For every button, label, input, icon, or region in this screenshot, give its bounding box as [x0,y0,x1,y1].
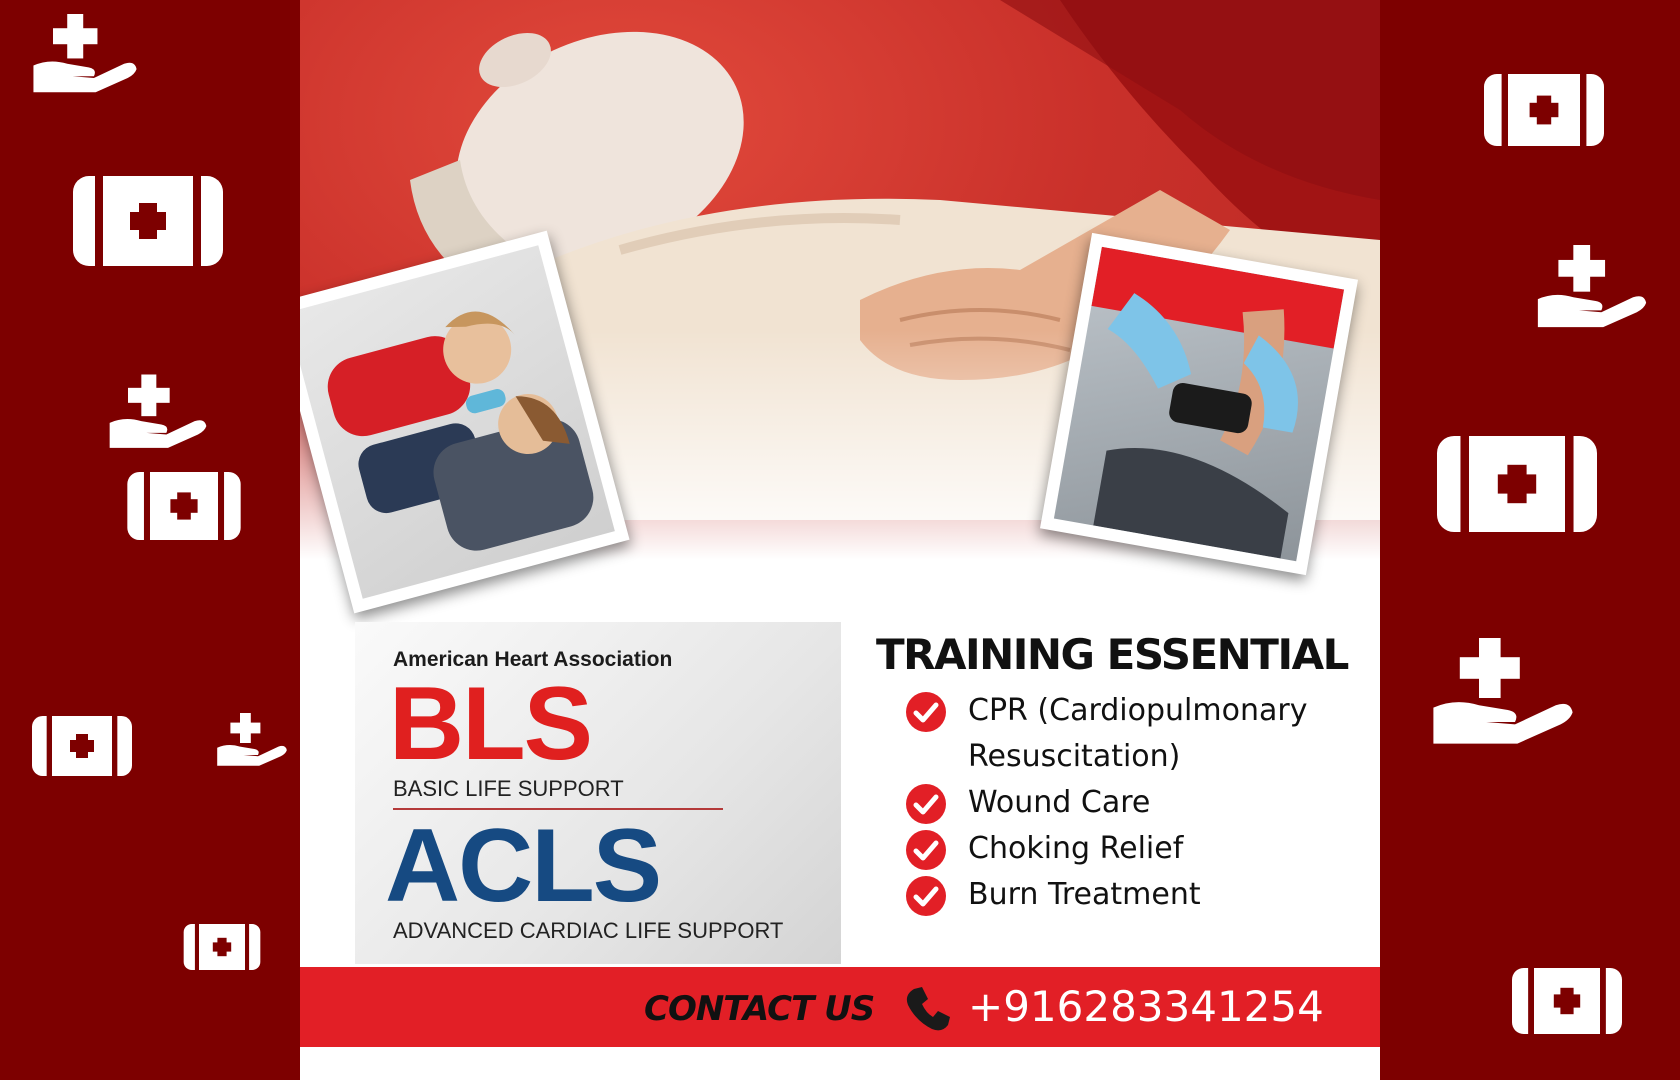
list-item-label: Wound Care [968,785,1151,820]
list-item: Burn Treatment [906,872,1366,918]
list-item: CPR (Cardiopulmonary Resuscitation) [906,688,1366,780]
bls-heading: BLS [389,666,593,782]
hand-with-plus-icon [216,706,288,774]
hand-with-plus-icon [108,370,208,454]
list-item: Wound Care [906,780,1366,826]
contact-bar: CONTACT US +916283341254 [300,967,1380,1047]
first-aid-kit-icon [176,924,268,970]
first-aid-kit-icon [28,716,136,776]
first-aid-kit-icon [1496,968,1638,1034]
check-icon [906,876,946,916]
contact-phone[interactable]: +916283341254 [968,982,1324,1031]
phone-icon [906,987,950,1031]
list-item-label: Burn Treatment [968,877,1201,912]
right-decorative-panel [1380,0,1680,1080]
list-item-label: Choking Relief [968,831,1184,866]
first-aid-kit-icon [1466,74,1622,146]
training-list: CPR (Cardiopulmonary Resuscitation) Woun… [906,688,1366,918]
check-icon [906,692,946,732]
acls-heading: ACLS [385,808,662,924]
left-decorative-panel [0,0,300,1080]
list-item: Choking Relief [906,826,1366,872]
bls-subtitle: BASIC LIFE SUPPORT [393,776,624,801]
bls-acls-banner: American Heart Association BLS BASIC LIF… [355,622,841,964]
first-aid-kit-icon [70,176,226,266]
hand-with-plus-icon [1426,638,1580,746]
hand-with-plus-icon [1536,242,1648,332]
wound-care-photo [1040,232,1358,576]
check-icon [906,784,946,824]
list-item-label: CPR (Cardiopulmonary Resuscitation) [968,693,1308,774]
contact-label: CONTACT US [644,989,875,1029]
check-icon [906,830,946,870]
training-title: TRAINING ESSENTIAL [876,630,1349,679]
hand-with-plus-icon [22,14,148,94]
first-aid-kit-icon [1434,436,1600,532]
first-aid-kit-icon [114,472,254,540]
acls-subtitle: ADVANCED CARDIAC LIFE SUPPORT [393,918,784,943]
poster-center: American Heart Association BLS BASIC LIF… [300,0,1380,1080]
